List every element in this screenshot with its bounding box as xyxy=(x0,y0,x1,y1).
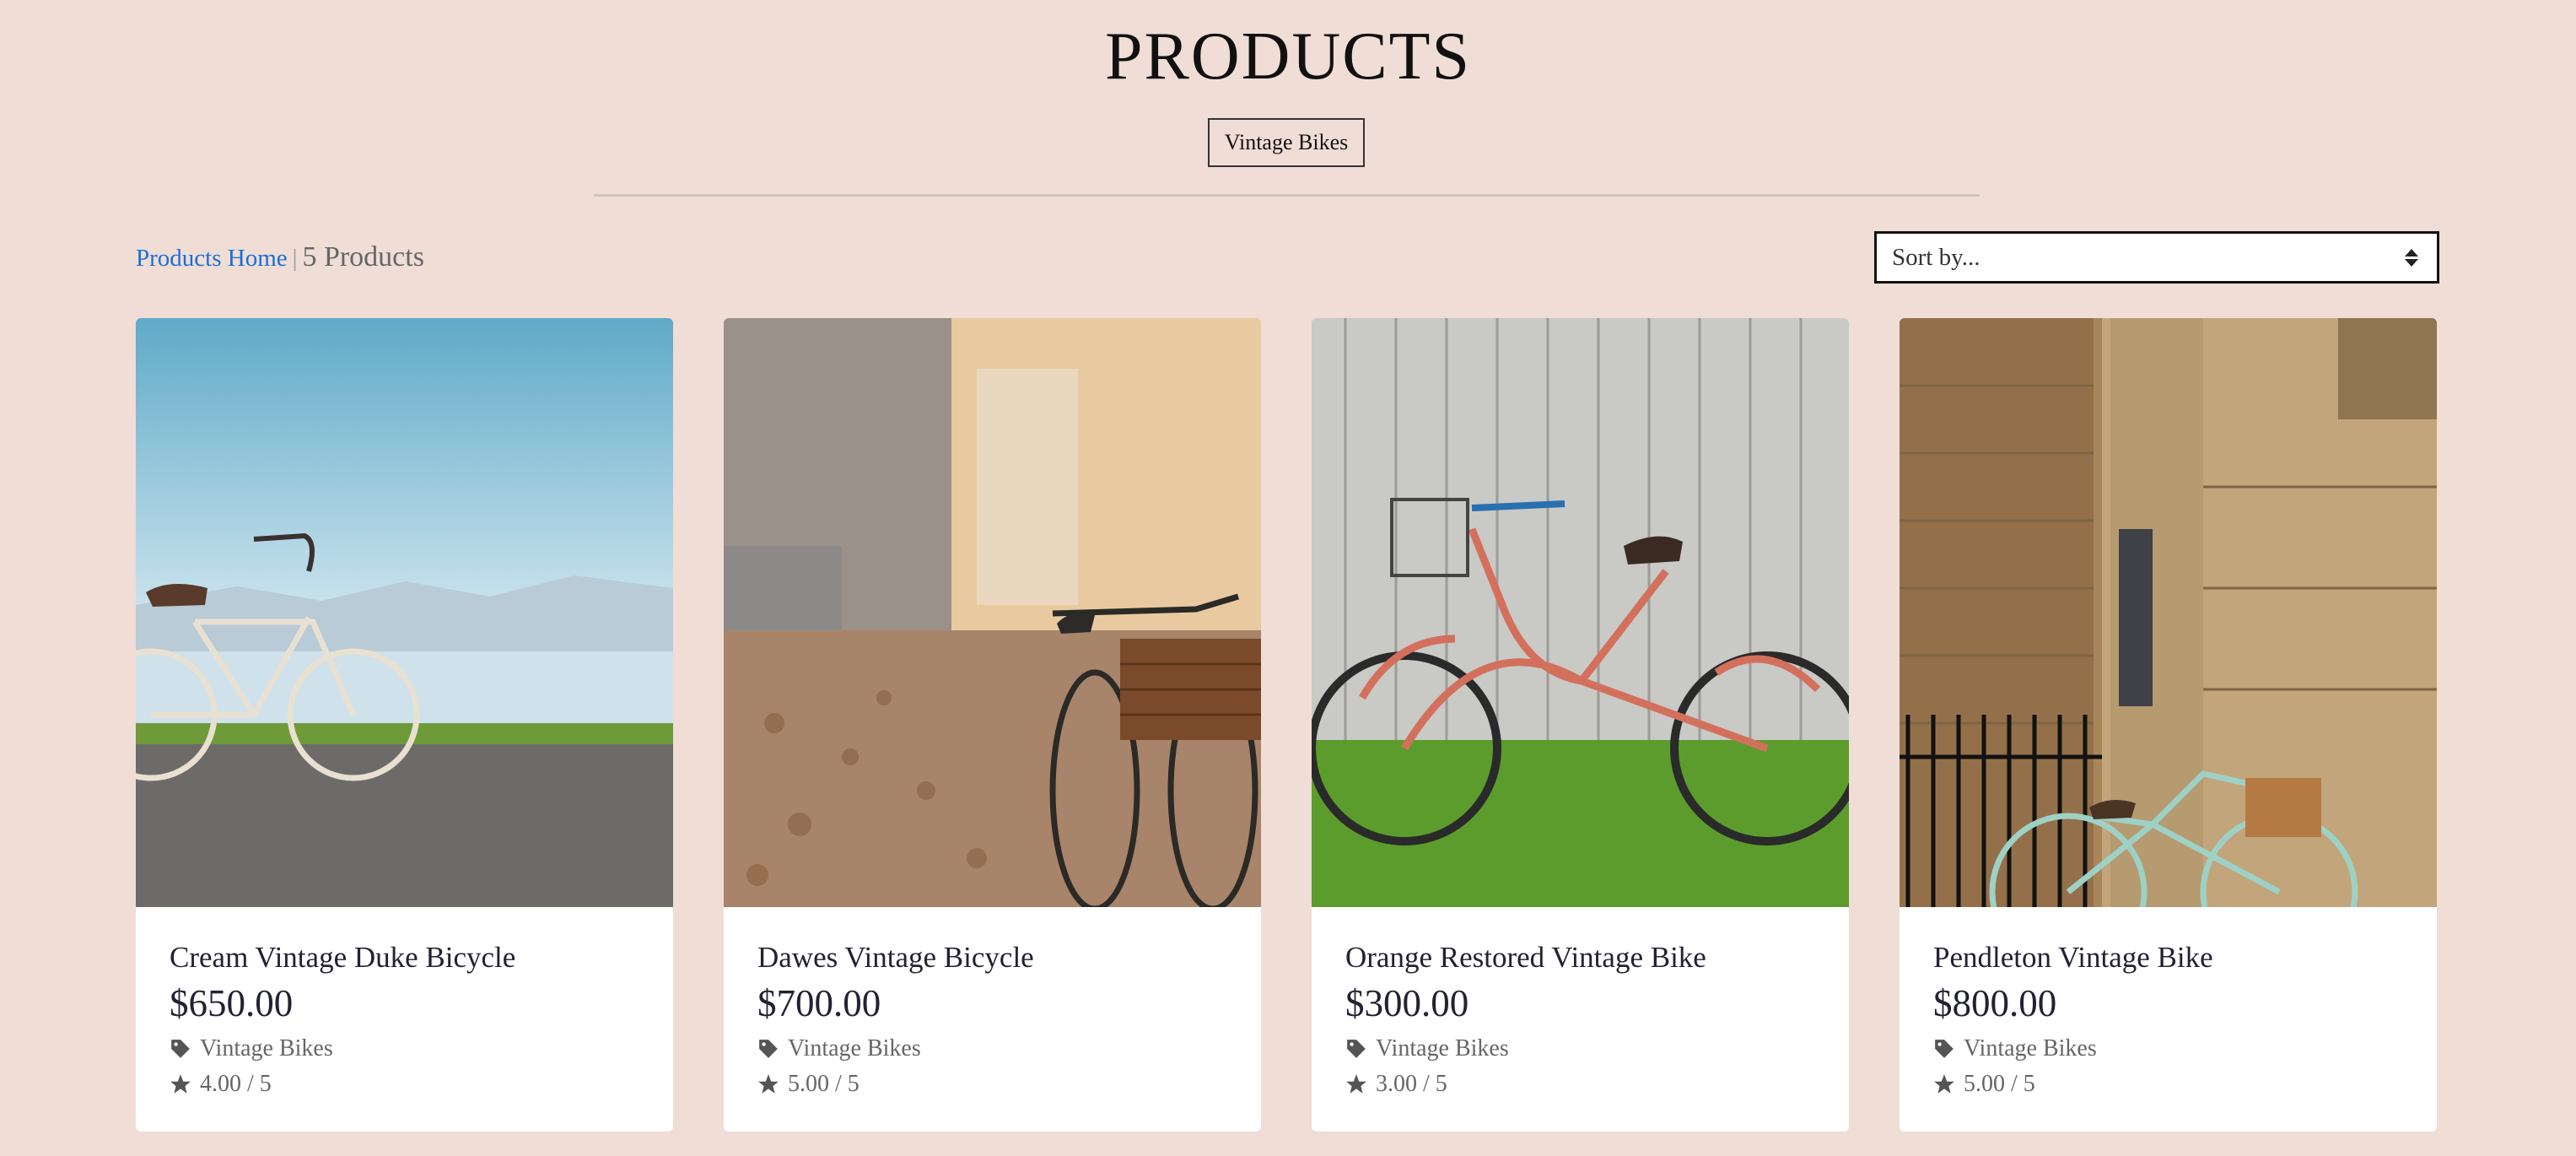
header-divider xyxy=(594,194,1980,197)
product-rating: 4.00 / 5 xyxy=(170,1071,673,1098)
product-category-label: Vintage Bikes xyxy=(1964,1035,2097,1061)
category-filter-button[interactable]: Vintage Bikes xyxy=(1208,118,1365,167)
star-icon xyxy=(758,1074,779,1094)
product-image[interactable] xyxy=(1312,318,1849,907)
star-icon xyxy=(170,1074,191,1094)
product-name[interactable]: Pendleton Vintage Bike xyxy=(1933,941,2437,975)
product-price: $700.00 xyxy=(757,982,881,1024)
product-rating-label: 5.00 / 5 xyxy=(1964,1071,2035,1097)
page-title: PRODUCTS xyxy=(1105,19,1471,94)
product-category: Vintage Bikes xyxy=(1345,1035,1849,1062)
product-price: $300.00 xyxy=(1345,982,1469,1024)
product-rating: 5.00 / 5 xyxy=(1933,1071,2437,1098)
product-price: $650.00 xyxy=(170,982,294,1024)
product-image[interactable] xyxy=(724,318,1261,907)
sort-arrows-icon xyxy=(2405,248,2418,267)
product-image[interactable] xyxy=(1900,318,2437,907)
tag-icon xyxy=(1347,1040,1366,1058)
product-rating: 5.00 / 5 xyxy=(757,1071,1261,1098)
star-icon xyxy=(1934,1074,1954,1094)
product-card[interactable]: Orange Restored Vintage Bike $300.00 Vin… xyxy=(1312,318,1849,1132)
product-card[interactable]: Dawes Vintage Bicycle $700.00 Vintage Bi… xyxy=(724,318,1261,1132)
tag-icon xyxy=(171,1040,190,1058)
tag-icon xyxy=(1935,1040,1954,1058)
product-category: Vintage Bikes xyxy=(170,1035,673,1062)
product-rating: 3.00 / 5 xyxy=(1345,1071,1849,1098)
product-category: Vintage Bikes xyxy=(1933,1035,2437,1062)
product-category-label: Vintage Bikes xyxy=(1376,1035,1509,1061)
tag-icon xyxy=(759,1040,778,1058)
sort-select[interactable]: Sort by... xyxy=(1874,231,2439,284)
breadcrumb: Products Home | 5 Products xyxy=(136,241,424,273)
product-rating-label: 4.00 / 5 xyxy=(200,1071,272,1097)
product-price: $800.00 xyxy=(1933,982,2057,1024)
product-card[interactable]: Pendleton Vintage Bike $800.00 Vintage B… xyxy=(1900,318,2437,1132)
product-image[interactable] xyxy=(136,318,673,907)
product-name[interactable]: Dawes Vintage Bicycle xyxy=(757,941,1261,975)
breadcrumb-separator: | xyxy=(292,245,298,272)
star-icon xyxy=(1346,1074,1366,1094)
product-name[interactable]: Cream Vintage Duke Bicycle xyxy=(170,941,673,975)
product-card[interactable]: Cream Vintage Duke Bicycle $650.00 Vinta… xyxy=(136,318,673,1132)
breadcrumb-products-home-link[interactable]: Products Home xyxy=(136,245,288,273)
product-rating-label: 5.00 / 5 xyxy=(788,1071,860,1097)
product-count: 5 Products xyxy=(302,241,424,273)
product-rating-label: 3.00 / 5 xyxy=(1376,1071,1447,1097)
product-name[interactable]: Orange Restored Vintage Bike xyxy=(1345,941,1849,975)
product-category-label: Vintage Bikes xyxy=(788,1035,921,1061)
product-category-label: Vintage Bikes xyxy=(200,1035,333,1061)
sort-select-value: Sort by... xyxy=(1892,243,1981,271)
product-category: Vintage Bikes xyxy=(757,1035,1261,1062)
